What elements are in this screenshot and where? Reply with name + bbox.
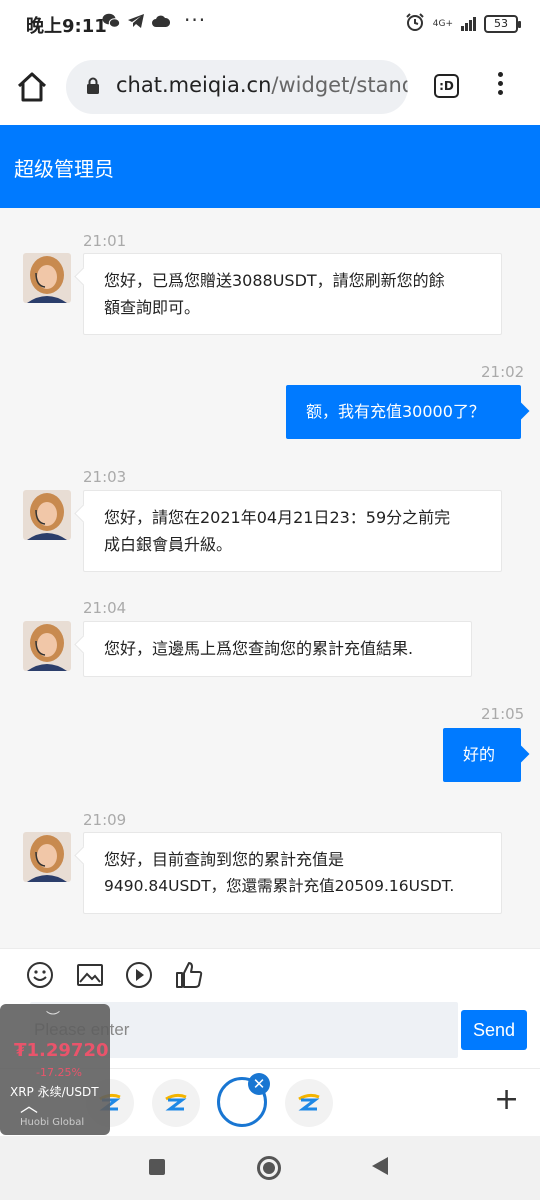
tab-switcher-button[interactable]: :D — [434, 74, 459, 98]
message-time: 21:02 — [481, 363, 525, 381]
telegram-icon — [127, 13, 145, 34]
network-type: 4G+ — [432, 18, 453, 29]
browser-menu-icon[interactable] — [498, 72, 504, 99]
address-bar[interactable]: chat.meiqia.cn/widget/stand — [66, 60, 408, 114]
message-line: 成白銀會員升級。 — [104, 535, 233, 554]
chevron-down-icon[interactable]: ︶ — [46, 1008, 60, 1028]
chat-header: 超级管理员 — [0, 125, 540, 208]
signal-icon — [461, 17, 476, 31]
emoji-icon[interactable] — [26, 961, 54, 989]
cloud-icon — [152, 13, 171, 33]
battery-indicator: 53 — [484, 15, 521, 33]
message-bubble-outgoing: 额，我有充值30000了？ — [286, 385, 521, 439]
send-button[interactable]: Send — [461, 1010, 527, 1050]
widget-price: ₮1.29720 — [14, 1040, 109, 1061]
app-bubble[interactable] — [285, 1079, 333, 1127]
message-bubble-incoming: 您好，這邊馬上爲您查詢您的累計充值結果. — [83, 621, 472, 677]
agent-name: 超级管理员 — [14, 157, 114, 181]
message-time: 21:03 — [83, 468, 127, 486]
message-line: 您好，已爲您贈送3088USDT，請您刷新您的餘 — [104, 271, 445, 290]
close-icon[interactable]: ✕ — [248, 1073, 270, 1095]
message-line: 您好，目前查詢到您的累計充值是 — [104, 850, 345, 869]
price-widget[interactable]: ︶ ₮1.29720 -17.25% XRP 永续/USDT ︿ Huobi G… — [0, 1004, 110, 1135]
agent-avatar — [23, 832, 71, 882]
more-dots-icon: ··· — [184, 8, 207, 32]
image-icon[interactable] — [76, 961, 104, 989]
message-line: 额，我有充值30000了？ — [306, 402, 485, 421]
back-icon[interactable] — [372, 1157, 388, 1175]
message-line: 您好，請您在2021年04月21日23：59分之前完 — [104, 508, 451, 527]
video-icon[interactable] — [125, 961, 153, 989]
alarm-icon — [405, 12, 425, 36]
message-bubble-incoming: 您好，已爲您贈送3088USDT，請您刷新您的餘 額查詢即可。 — [83, 253, 502, 335]
recents-icon[interactable] — [149, 1159, 165, 1175]
message-bubble-incoming: 您好，目前查詢到您的累計充值是 9490.84USDT，您還需累計充值20509… — [83, 832, 502, 914]
lock-icon — [86, 77, 100, 95]
widget-change: -17.25% — [36, 1066, 82, 1079]
message-line: 9490.84USDT，您還需累計充值20509.16USDT. — [104, 877, 455, 895]
message-line: 額查詢即可。 — [104, 298, 201, 317]
status-time: 晚上9:11 — [26, 16, 107, 37]
chevron-up-icon[interactable]: ︿ — [20, 1092, 38, 1118]
agent-avatar — [23, 253, 71, 303]
message-line: 好的 — [463, 745, 496, 764]
message-bubble-incoming: 您好，請您在2021年04月21日23：59分之前完 成白銀會員升級。 — [83, 490, 502, 572]
system-nav-bar — [0, 1136, 540, 1200]
status-bar: 晚上9:11 ··· 4G+ 53 — [0, 0, 540, 48]
widget-brand: Huobi Global — [20, 1117, 85, 1128]
message-time: 21:09 — [83, 811, 127, 829]
url-path: /widget/stand — [271, 73, 408, 97]
browser-toolbar: chat.meiqia.cn/widget/stand :D — [0, 48, 540, 125]
thumbs-up-icon[interactable] — [175, 961, 203, 989]
add-icon[interactable]: + — [494, 1085, 519, 1115]
message-time: 21:04 — [83, 599, 127, 617]
url-domain: chat.meiqia.cn — [116, 73, 272, 97]
agent-avatar — [23, 490, 71, 540]
agent-avatar — [23, 621, 71, 671]
message-bubble-outgoing: 好的 — [443, 728, 521, 782]
home-icon[interactable] — [14, 70, 50, 104]
status-right: 4G+ 53 — [405, 12, 521, 36]
composer-toolbar — [0, 948, 540, 1000]
message-time: 21:01 — [83, 232, 127, 250]
message-list[interactable]: 21:01 您好，已爲您贈送3088USDT，請您刷新您的餘 額查詢即可。 21… — [0, 208, 540, 948]
url-text: chat.meiqia.cn/widget/stand — [116, 73, 408, 97]
home-nav-icon[interactable] — [257, 1156, 281, 1180]
message-time: 21:05 — [481, 705, 525, 723]
wechat-icon — [102, 13, 121, 34]
app-bubble[interactable] — [152, 1079, 200, 1127]
message-line: 您好，這邊馬上爲您查詢您的累計充值結果. — [104, 639, 414, 658]
